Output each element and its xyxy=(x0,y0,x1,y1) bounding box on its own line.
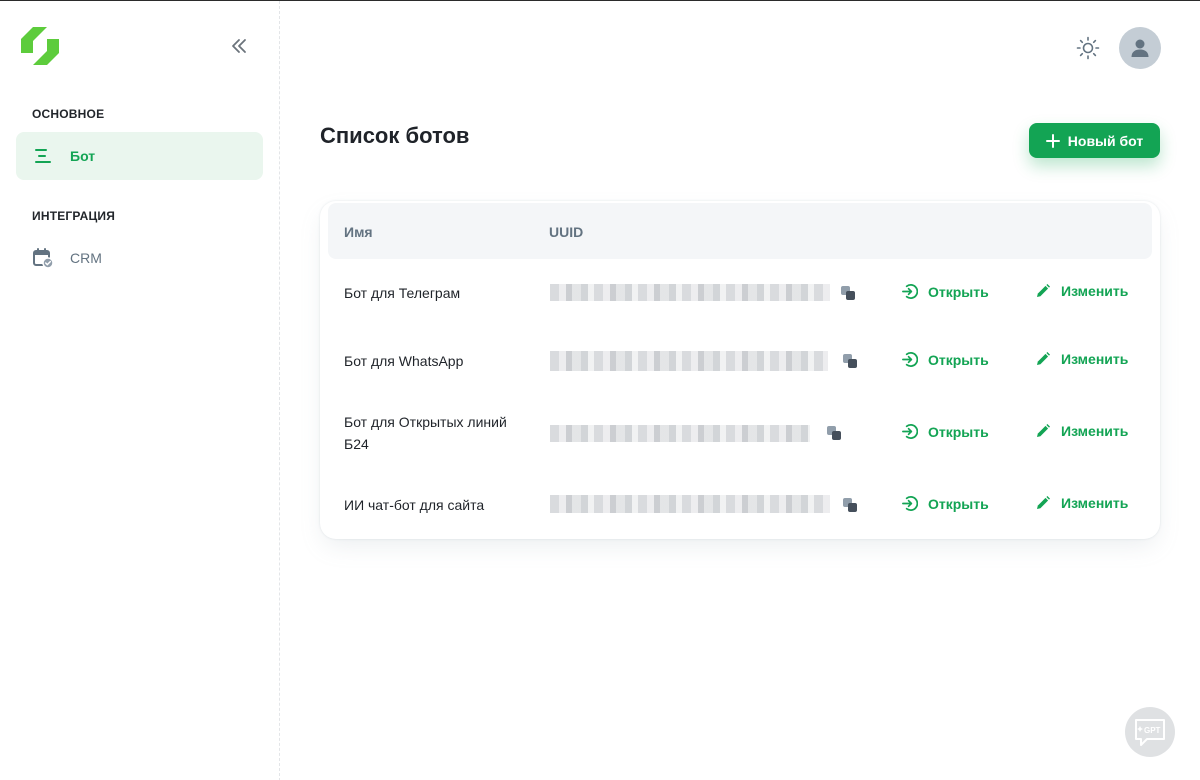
app-root: ОСНОВНОЕ Бот ИНТЕГРАЦИЯ CRM Список ботов… xyxy=(0,0,1200,780)
pencil-icon xyxy=(1037,496,1050,509)
login-icon xyxy=(902,424,918,439)
user-avatar[interactable] xyxy=(1119,27,1161,69)
uuid-masked-value xyxy=(550,351,828,371)
open-button[interactable]: Открыть xyxy=(901,351,989,368)
bot-name: Бот для Телеграм xyxy=(344,285,461,301)
open-button[interactable]: Открыть xyxy=(901,495,989,512)
chat-bubble-icon: GPT xyxy=(1135,719,1165,746)
table-row: Бот для WhatsApp Открыть Изменить xyxy=(320,327,1160,395)
copy-icon[interactable] xyxy=(842,497,858,513)
uuid-masked-value xyxy=(550,425,810,442)
edit-button[interactable]: Изменить xyxy=(1035,495,1128,511)
user-icon xyxy=(1131,39,1149,57)
login-icon xyxy=(902,284,918,299)
sidebar-item-label: Бот xyxy=(70,148,96,164)
pencil-icon xyxy=(1037,284,1050,297)
nav-section-title-main: ОСНОВНОЕ xyxy=(32,107,105,121)
edit-button-label: Изменить xyxy=(1061,283,1129,299)
open-button-label: Открыть xyxy=(928,351,989,368)
edit-button[interactable]: Изменить xyxy=(1035,351,1128,367)
column-header-uuid: UUID xyxy=(549,224,584,240)
calendar-check-icon xyxy=(32,247,54,269)
edit-button-label: Изменить xyxy=(1061,351,1129,367)
open-button-label: Открыть xyxy=(928,283,989,300)
new-bot-button[interactable]: Новый бот xyxy=(1029,123,1160,158)
gpt-label: GPT xyxy=(1144,726,1161,735)
sidebar-item-bot[interactable]: Бот xyxy=(16,132,263,180)
edit-button[interactable]: Изменить xyxy=(1035,423,1128,439)
edit-button-label: Изменить xyxy=(1061,423,1129,439)
open-button-label: Открыть xyxy=(928,495,989,512)
new-bot-button-label: Новый бот xyxy=(1067,132,1144,149)
edit-button-label: Изменить xyxy=(1061,495,1129,511)
sun-icon xyxy=(1076,36,1100,60)
collapse-sidebar-button[interactable] xyxy=(226,33,252,59)
copy-icon[interactable] xyxy=(842,353,858,369)
plus-icon xyxy=(1045,133,1060,148)
copy-icon[interactable] xyxy=(826,425,842,441)
table-row: Бот для Открытых линий Б24 Открыть Измен… xyxy=(320,395,1160,471)
login-icon xyxy=(902,352,918,367)
gpt-chat-button[interactable]: GPT xyxy=(1125,707,1175,757)
sidebar-item-label: CRM xyxy=(70,250,102,266)
bot-name: Бот для Открытых линий Б24 xyxy=(344,414,507,452)
column-header-name: Имя xyxy=(344,224,373,240)
brand-logo[interactable] xyxy=(19,25,61,67)
list-lines-icon xyxy=(32,145,54,167)
sidebar-item-crm[interactable]: CRM xyxy=(16,234,263,282)
bot-name: ИИ чат-бот для сайта xyxy=(344,497,485,513)
login-icon xyxy=(902,496,918,511)
table-header: Имя UUID xyxy=(328,203,1152,259)
uuid-masked-value xyxy=(550,495,830,513)
pencil-icon xyxy=(1037,352,1050,365)
double-chevron-left-icon xyxy=(232,39,246,53)
open-button[interactable]: Открыть xyxy=(901,423,989,440)
pencil-icon xyxy=(1037,424,1050,437)
open-button[interactable]: Открыть xyxy=(901,283,989,300)
table-row: ИИ чат-бот для сайта Открыть Изменить xyxy=(320,471,1160,539)
theme-toggle-button[interactable] xyxy=(1074,34,1102,62)
bot-name: Бот для WhatsApp xyxy=(344,353,464,369)
edit-button[interactable]: Изменить xyxy=(1035,283,1128,299)
uuid-masked-value xyxy=(550,284,830,301)
table-row: Бот для Телеграм Открыть Изменить xyxy=(320,259,1160,327)
nav-section-title-integration: ИНТЕГРАЦИЯ xyxy=(32,209,116,223)
bots-table-card: Имя UUID Бот для Телеграм Открыть Измени… xyxy=(320,201,1160,539)
sidebar: ОСНОВНОЕ Бот ИНТЕГРАЦИЯ CRM xyxy=(0,1,280,780)
page-title: Список ботов xyxy=(320,123,470,148)
copy-icon[interactable] xyxy=(840,285,856,301)
open-button-label: Открыть xyxy=(928,423,989,440)
